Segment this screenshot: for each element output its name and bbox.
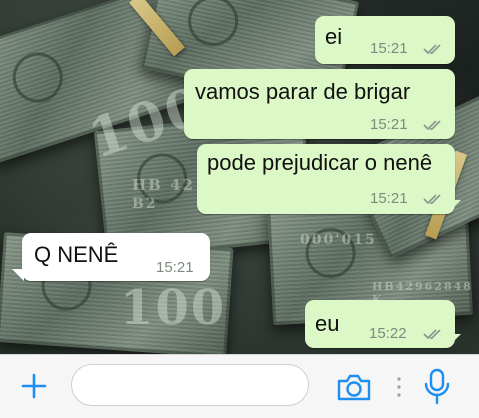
double-check-icon — [423, 194, 441, 205]
message-time: 15:21 — [370, 190, 408, 207]
wallpaper-bill-mark: B2 — [132, 196, 158, 212]
plus-icon[interactable] — [20, 372, 48, 400]
message-time: 15:21 — [370, 40, 408, 57]
wallpaper-bill-mark: HB 42 — [132, 176, 195, 194]
double-check-icon — [423, 44, 441, 55]
double-check-icon — [423, 329, 441, 340]
message-input[interactable] — [71, 364, 309, 406]
wallpaper-bill-mark: 000'015 — [300, 232, 377, 248]
bubble-tail — [449, 334, 461, 346]
message-text: vamos parar de brigar — [195, 79, 411, 104]
message-bubble-incoming[interactable]: Q NENÊ 15:21 — [12, 233, 210, 281]
message-text: Q NENÊ — [34, 242, 119, 267]
message-time: 15:21 — [370, 116, 408, 133]
microphone-icon[interactable] — [423, 368, 451, 406]
message-text: ei — [325, 24, 343, 49]
message-text: eu — [315, 311, 340, 336]
message-bubble-outgoing[interactable]: eu 15:22 — [305, 300, 461, 348]
message-input-bar — [0, 354, 479, 418]
vertical-dots-icon[interactable] — [395, 375, 403, 399]
message-time: 15:21 — [156, 259, 194, 276]
message-time: 15:22 — [369, 325, 407, 342]
message-text: pode prejudicar o nenê — [207, 150, 433, 175]
wallpaper-bill-mark: 100 — [120, 280, 227, 336]
message-bubble-outgoing[interactable]: vamos parar de brigar 15:21 — [184, 69, 455, 139]
message-bubble-outgoing[interactable]: pode prejudicar o nenê 15:21 — [197, 144, 461, 214]
double-check-icon — [423, 120, 441, 131]
message-bubble-outgoing[interactable]: ei 15:21 — [315, 16, 455, 64]
bubble-tail — [12, 269, 24, 281]
camera-icon[interactable] — [336, 372, 372, 402]
bubble-tail — [449, 200, 461, 212]
